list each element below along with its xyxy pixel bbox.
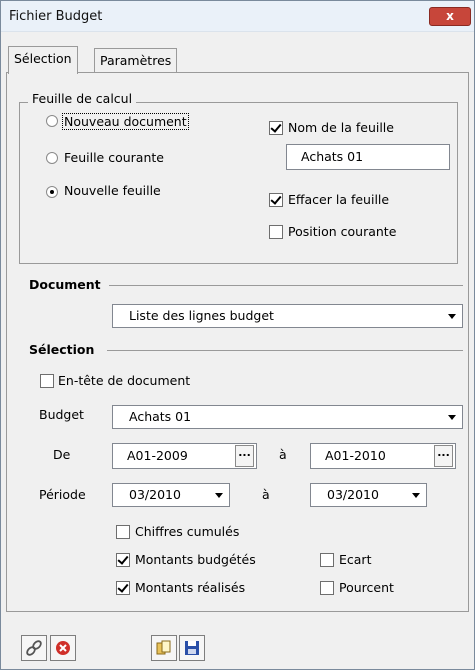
- radio-new-sheet-label[interactable]: Nouvelle feuille: [64, 183, 161, 198]
- doc-header-checkbox[interactable]: [40, 374, 54, 388]
- to-browse-button[interactable]: ...: [434, 445, 453, 467]
- tab-parametres[interactable]: Paramètres: [94, 48, 178, 73]
- actual-label[interactable]: Montants réalisés: [135, 580, 245, 595]
- radio-new-document-label[interactable]: Nouveau document: [62, 113, 189, 130]
- variance-checkbox[interactable]: [320, 553, 334, 567]
- period-to-value: 03/2010: [327, 487, 379, 502]
- clear-sheet-checkbox[interactable]: [269, 193, 283, 207]
- save-icon: [185, 641, 199, 655]
- radio-current-sheet[interactable]: [46, 152, 58, 164]
- document-dropdown[interactable]: Liste des lignes budget: [112, 304, 463, 328]
- period-to-dropdown[interactable]: 03/2010: [310, 483, 427, 507]
- document-separator: [109, 285, 463, 286]
- sheet-name-input[interactable]: Achats 01: [286, 144, 450, 170]
- actual-checkbox[interactable]: [116, 581, 130, 595]
- radio-current-sheet-label[interactable]: Feuille courante: [64, 150, 164, 165]
- chevron-down-icon: [445, 308, 459, 324]
- cumulative-checkbox[interactable]: [116, 525, 130, 539]
- current-position-checkbox[interactable]: [269, 225, 283, 239]
- tab-selection-label: Sélection: [14, 51, 72, 66]
- cumulative-label[interactable]: Chiffres cumulés: [135, 524, 239, 539]
- from-browse-button[interactable]: ...: [235, 445, 254, 467]
- period-to-label: à: [262, 487, 270, 502]
- chevron-down-icon: [445, 409, 459, 425]
- selection-section-header: Sélection: [29, 342, 99, 357]
- period-from-dropdown[interactable]: 03/2010: [112, 483, 230, 507]
- tab-selection[interactable]: Sélection: [8, 46, 78, 74]
- budget-dropdown-value: Achats 01: [129, 409, 192, 424]
- link-icon: [26, 640, 42, 656]
- sheet-name-checkbox[interactable]: [269, 121, 283, 135]
- percent-checkbox[interactable]: [320, 581, 334, 595]
- sheet-name-label[interactable]: Nom de la feuille: [288, 120, 394, 135]
- radio-new-sheet[interactable]: [46, 186, 58, 198]
- to-label: à: [279, 447, 287, 462]
- document-dropdown-value: Liste des lignes budget: [129, 308, 274, 323]
- dialog-window: Fichier Budget x Sélection Paramètres Fe…: [0, 0, 475, 670]
- worksheet-group-legend: Feuille de calcul: [28, 91, 137, 106]
- selection-separator: [107, 350, 463, 351]
- copy-button[interactable]: [151, 635, 177, 661]
- close-button[interactable]: x: [429, 7, 471, 26]
- budgeted-label[interactable]: Montants budgétés: [135, 552, 256, 567]
- clear-sheet-label[interactable]: Effacer la feuille: [288, 192, 389, 207]
- copy-icon: [156, 640, 171, 655]
- budget-dropdown[interactable]: Achats 01: [112, 405, 463, 429]
- document-section-header: Document: [29, 277, 105, 292]
- save-button[interactable]: [179, 635, 205, 661]
- link-button[interactable]: [21, 635, 47, 661]
- tab-parametres-label: Paramètres: [100, 53, 172, 68]
- percent-label[interactable]: Pourcent: [339, 580, 394, 595]
- cancel-icon: [56, 641, 70, 655]
- doc-header-label[interactable]: En-tête de document: [58, 373, 190, 388]
- variance-label[interactable]: Ecart: [339, 552, 371, 567]
- radio-new-document[interactable]: [46, 115, 58, 127]
- chevron-down-icon: [212, 487, 226, 503]
- cancel-button[interactable]: [50, 635, 76, 661]
- from-label: De: [53, 447, 71, 462]
- period-from-value: 03/2010: [129, 487, 181, 502]
- title-bar: Fichier Budget x: [1, 1, 474, 32]
- period-label: Période: [39, 487, 86, 502]
- budget-label: Budget: [39, 407, 84, 422]
- budgeted-checkbox[interactable]: [116, 553, 130, 567]
- window-title: Fichier Budget: [9, 9, 103, 24]
- close-icon: x: [446, 9, 454, 23]
- chevron-down-icon: [409, 487, 423, 503]
- current-position-label[interactable]: Position courante: [288, 224, 396, 239]
